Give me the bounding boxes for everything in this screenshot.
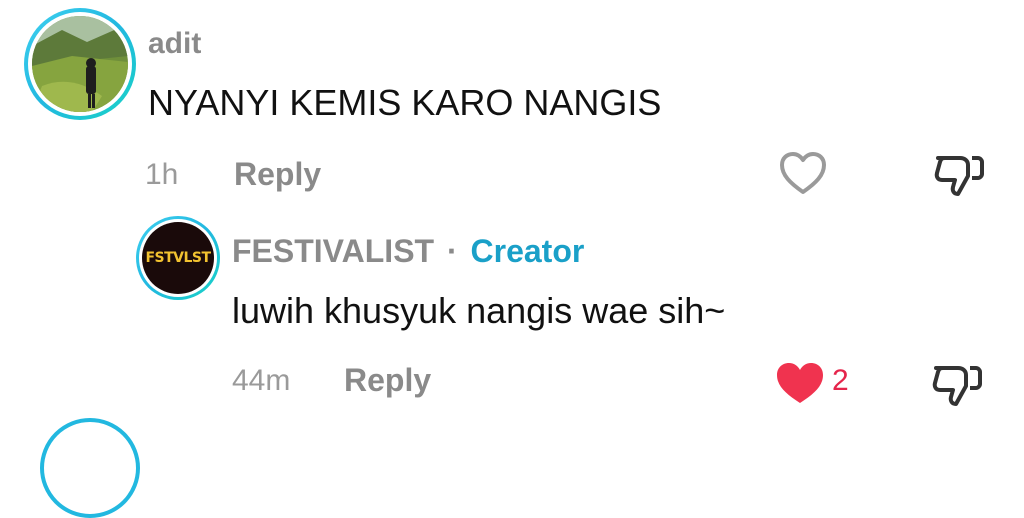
reply-username[interactable]: FESTIVALIST <box>232 233 434 269</box>
thumbs-down-icon <box>934 156 984 196</box>
avatar[interactable] <box>24 8 136 120</box>
reply-text: luwih khusyuk nangis wae sih~ <box>232 290 726 331</box>
landscape-photo-icon <box>32 16 128 112</box>
creator-badge: Creator <box>470 233 585 269</box>
reply-button[interactable]: Reply <box>344 361 431 399</box>
creator-avatar[interactable]: FSTVLST <box>136 216 220 300</box>
reply-button[interactable]: Reply <box>234 155 321 193</box>
festivalist-logo-icon: FSTVLST <box>142 222 214 294</box>
dislike-button[interactable] <box>930 360 984 408</box>
comment-text: NYANYI KEMIS KARO NANGIS <box>148 82 662 123</box>
reply-header: FESTIVALIST · Creator <box>232 232 584 270</box>
like-button[interactable] <box>778 150 828 196</box>
reply-timestamp: 44m <box>232 364 291 397</box>
comment-username[interactable]: adit <box>148 26 201 62</box>
reply-item: FSTVLST FESTIVALIST · Creator luwih khus… <box>0 210 1024 426</box>
next-avatar-partial <box>40 418 140 518</box>
like-button[interactable] <box>774 360 826 406</box>
comment-timestamp: 1h <box>145 158 179 191</box>
like-count: 2 <box>832 364 849 397</box>
avatar-logo-text: FSTVLST <box>145 250 211 266</box>
heart-filled-icon <box>777 363 823 403</box>
comment-item: adit NYANYI KEMIS KARO NANGIS 1h Reply <box>0 0 1024 210</box>
separator-dot: · <box>446 233 458 269</box>
dislike-button[interactable] <box>932 150 986 198</box>
heart-outline-icon <box>780 152 826 194</box>
thumbs-down-icon <box>932 366 982 406</box>
